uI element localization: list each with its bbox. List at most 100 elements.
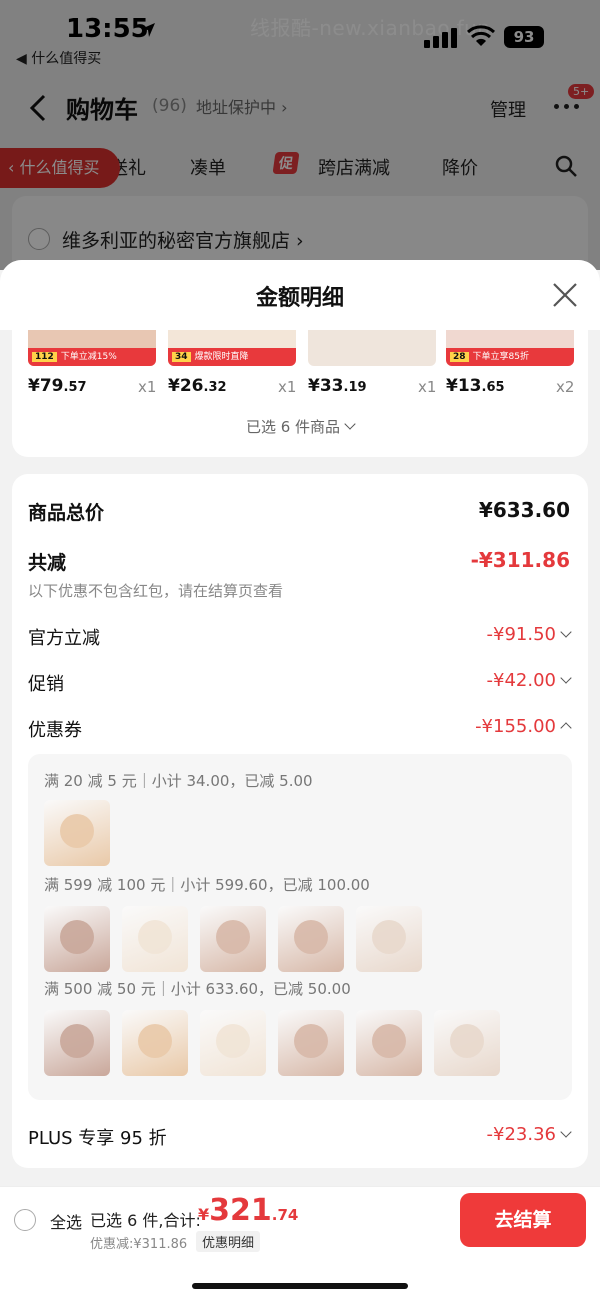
price-integer: ¥13	[446, 376, 482, 396]
goods-total-value: ¥633.60	[478, 498, 570, 522]
product-thumbnail: 34 爆款限时直降	[168, 330, 296, 366]
product-promo-strip: 28 下单立享85折	[446, 348, 574, 366]
product-shape	[294, 1024, 328, 1058]
coupon-product-thumbnail	[356, 906, 422, 972]
product-quantity: x1	[418, 378, 437, 396]
coupon-value: -¥155.00	[475, 716, 556, 737]
product-shape	[60, 1024, 94, 1058]
chevron-down-icon	[560, 626, 572, 638]
product-thumbnail	[308, 330, 436, 366]
total-reduce-label: 共减	[28, 552, 67, 574]
product-shape	[60, 814, 94, 848]
coupon-threshold-line: 满 500 减 50 元｜小计 633.60，已减 50.00	[44, 980, 351, 998]
price-decimal: .57	[63, 380, 87, 395]
promo-text: 下单立减15%	[60, 352, 117, 362]
product-shape	[60, 920, 94, 954]
product-shape	[138, 920, 172, 954]
plus-discount-value: -¥23.36	[486, 1124, 556, 1145]
price-decimal: .19	[343, 380, 367, 395]
coupon-product-thumbnail	[356, 1010, 422, 1076]
promo-label: 促销	[28, 674, 64, 695]
total-reduce-value: -¥311.86	[470, 548, 570, 572]
coupon-threshold-line: 满 599 减 100 元｜小计 599.60，已减 100.00	[44, 876, 370, 894]
selected-products-strip: 112 下单立减15% ¥79.57 x1 34 爆款限时直降 ¥26.32 x1 ¥33.19…	[12, 330, 588, 457]
product-promo-strip: 112 下单立减15%	[28, 348, 156, 366]
promo-price: 28	[450, 352, 469, 362]
selected-count-toggle[interactable]: 已选 6 件商品	[12, 416, 588, 437]
price-decimal: .32	[203, 380, 227, 395]
official-reduce-row[interactable]: -¥91.50	[486, 624, 572, 645]
promo-price: 112	[32, 352, 57, 362]
coupon-threshold-line: 满 20 减 5 元｜小计 34.00，已减 5.00	[44, 772, 313, 790]
coupon-breakdown: 满 20 减 5 元｜小计 34.00，已减 5.00 满 599 减 100 元…	[28, 754, 572, 1100]
total-currency: ¥	[198, 1205, 210, 1224]
price-integer: ¥33	[308, 376, 344, 396]
home-indicator	[192, 1283, 408, 1289]
product-price: ¥79.57	[28, 376, 87, 396]
product-shape	[450, 1024, 484, 1058]
promo-price: 34	[172, 352, 191, 362]
product-price: ¥26.32	[168, 376, 227, 396]
coupon-product-thumbnail	[434, 1010, 500, 1076]
coupon-product-thumbnail	[44, 906, 110, 972]
plus-discount-label: PLUS 专享 95 折	[28, 1128, 167, 1149]
coupon-product-thumbnail	[278, 1010, 344, 1076]
product-shape	[372, 920, 406, 954]
selected-count-label: 已选 6 件商品	[245, 418, 341, 436]
coupon-product-thumbnail	[44, 800, 110, 866]
chevron-down-icon	[344, 418, 356, 430]
coupon-product-thumbnail	[200, 1010, 266, 1076]
product-thumbnail: 112 下单立减15%	[28, 330, 156, 366]
coupon-product-thumbnail	[122, 1010, 188, 1076]
product-quantity: x1	[138, 378, 157, 396]
product-shape	[216, 1024, 250, 1058]
goods-total-label: 商品总价	[28, 502, 105, 524]
promo-text: 爆款限时直降	[194, 352, 249, 362]
coupon-row[interactable]: -¥155.00	[475, 716, 572, 737]
price-integer: ¥79	[28, 376, 64, 396]
official-reduce-value: -¥91.50	[486, 624, 556, 645]
product-shape	[372, 1024, 406, 1058]
modal-overlay[interactable]	[0, 0, 600, 270]
discount-total-note: 优惠减:¥311.86	[90, 1237, 188, 1252]
product-shape	[138, 1024, 172, 1058]
total-decimal: .74	[271, 1206, 299, 1224]
plus-discount-row[interactable]: -¥23.36	[486, 1124, 572, 1145]
select-all-label[interactable]: 全选	[50, 1209, 82, 1233]
product-quantity: x2	[556, 378, 575, 396]
product-shape	[216, 920, 250, 954]
total-integer: 321	[209, 1193, 272, 1228]
amount-detail-card: 商品总价 ¥633.60 共减 -¥311.86 以下优惠不包含红包，请在结算页…	[12, 474, 588, 1168]
chevron-down-icon	[560, 672, 572, 684]
sheet-title: 金额明细	[255, 286, 344, 311]
coupon-product-thumbnail	[200, 906, 266, 972]
checkout-button[interactable]: 去结算	[460, 1193, 586, 1247]
total-price: ¥321.74	[198, 1193, 298, 1228]
checkout-bar: 全选 已选 6 件,合计: ¥321.74 优惠减:¥311.86 优惠明细 去…	[0, 1186, 600, 1300]
product-quantity: x1	[278, 378, 297, 396]
sheet-header: 金额明细	[0, 260, 600, 330]
product-price: ¥33.19	[308, 376, 367, 396]
promo-value: -¥42.00	[486, 670, 556, 691]
official-reduce-label: 官方立减	[28, 628, 100, 649]
promo-row[interactable]: -¥42.00	[486, 670, 572, 691]
coupon-product-thumbnail	[122, 906, 188, 972]
discount-detail-button[interactable]: 优惠明细	[196, 1231, 261, 1252]
amount-detail-sheet: 金额明细 112 下单立减15% ¥79.57 x1 34 爆款限时直降 ¥26.32 x1 ¥…	[0, 260, 600, 1300]
product-price: ¥13.65	[446, 376, 505, 396]
chevron-up-icon	[560, 722, 572, 734]
product-thumbnail: 28 下单立享85折	[446, 330, 574, 366]
coupon-product-thumbnail	[44, 1010, 110, 1076]
coupon-label: 优惠券	[28, 720, 82, 741]
price-integer: ¥26	[168, 376, 204, 396]
promo-text: 下单立享85折	[472, 352, 529, 362]
close-icon[interactable]	[552, 282, 578, 308]
selected-summary: 已选 6 件,合计:	[90, 1211, 201, 1230]
select-all-radio[interactable]	[14, 1209, 36, 1231]
product-shape	[294, 920, 328, 954]
discount-note: 以下优惠不包含红包，请在结算页查看	[28, 582, 284, 600]
price-decimal: .65	[481, 380, 505, 395]
chevron-down-icon	[560, 1126, 572, 1138]
product-promo-strip: 34 爆款限时直降	[168, 348, 296, 366]
coupon-product-thumbnail	[278, 906, 344, 972]
